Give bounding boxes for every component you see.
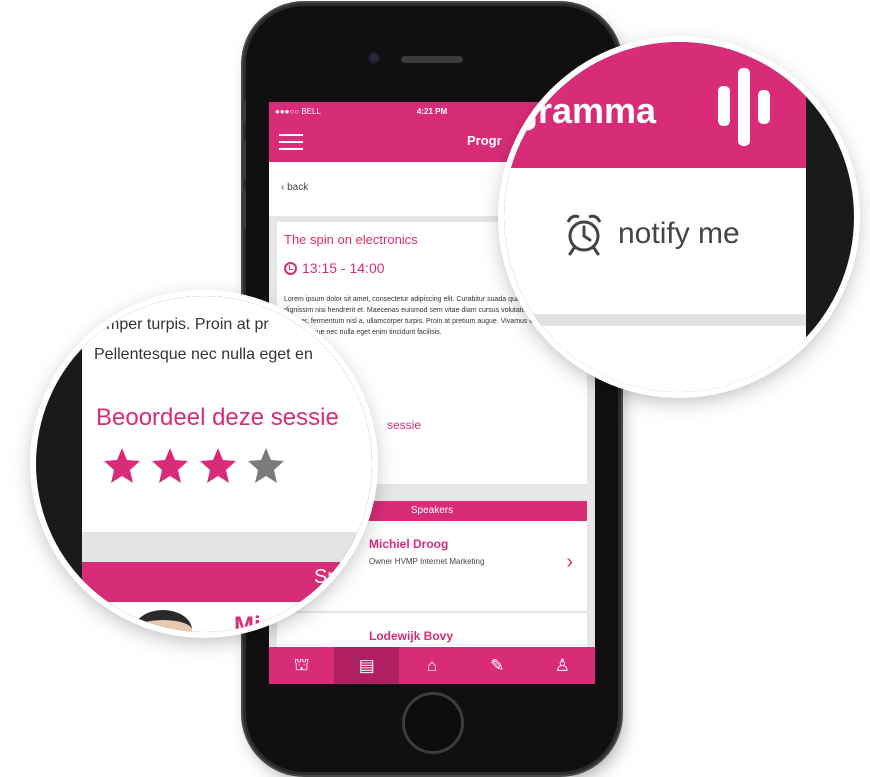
notify-me-button[interactable]: notify me (564, 212, 740, 256)
star-icon[interactable] (148, 446, 192, 486)
book-icon: ▤ (358, 655, 375, 675)
volume-down-button[interactable] (242, 190, 246, 230)
page-title: Progr (467, 133, 502, 148)
rate-session-heading: Beoordeel deze sessie (96, 404, 339, 431)
speaker-name: Lodewijk Bovy (369, 629, 454, 643)
zoom-text-line: mper turpis. Proin at pr (106, 316, 269, 333)
rate-session-label: sessie (387, 418, 422, 432)
menu-icon[interactable] (279, 134, 303, 150)
star-icon[interactable] (100, 446, 144, 486)
speaker-name: Michiel Droog (369, 537, 449, 551)
home-button[interactable] (402, 692, 464, 754)
speaker-role: Owner HVMP Internet Marketing (369, 557, 485, 566)
tab-bar: ⛫ ▤ ⌂ ✎ ♙ (269, 647, 595, 684)
user-icon: ♙ (554, 655, 571, 675)
alarm-clock-icon (566, 214, 602, 256)
mute-switch[interactable] (242, 100, 246, 122)
zoom-text-line: Pellentesque nec nulla eget en (94, 346, 313, 363)
home-icon: ⌂ (426, 655, 438, 675)
zoom-circle-rating: mper turpis. Proin at pr Pellentesque ne… (36, 296, 372, 632)
zoom-title: gramma (516, 90, 657, 131)
zoom-speaker-name: Mic (234, 612, 275, 632)
back-link[interactable]: ‹ back (281, 182, 308, 193)
session-time-label: 13:15 - 14:00 (302, 260, 385, 276)
tab-profile[interactable]: ♙ (530, 647, 595, 684)
tab-market[interactable]: ⛫ (269, 647, 334, 684)
tab-home[interactable]: ⌂ (399, 647, 464, 684)
star-rating[interactable] (100, 446, 288, 486)
notify-me-label: notify me (618, 217, 740, 250)
zoom-speakers-label: Spe (314, 566, 350, 588)
tab-program[interactable]: ▤ (334, 647, 400, 684)
tab-notes[interactable]: ✎ (465, 647, 530, 684)
earpiece-speaker (401, 56, 463, 63)
volume-up-button[interactable] (242, 140, 246, 180)
clock-icon (284, 261, 297, 275)
front-camera (368, 52, 380, 64)
market-icon: ⛫ (293, 654, 310, 674)
star-icon[interactable] (244, 446, 288, 486)
session-title: The spin on electronics (284, 232, 418, 247)
pen-icon: ✎ (490, 655, 505, 675)
chevron-right-icon: › (566, 551, 573, 573)
star-icon[interactable] (196, 446, 240, 486)
zoom-circle-notify: gramma notify me (504, 42, 854, 392)
session-time: 13:15 - 14:00 (284, 260, 385, 276)
zoom-header: gramma (504, 42, 806, 168)
